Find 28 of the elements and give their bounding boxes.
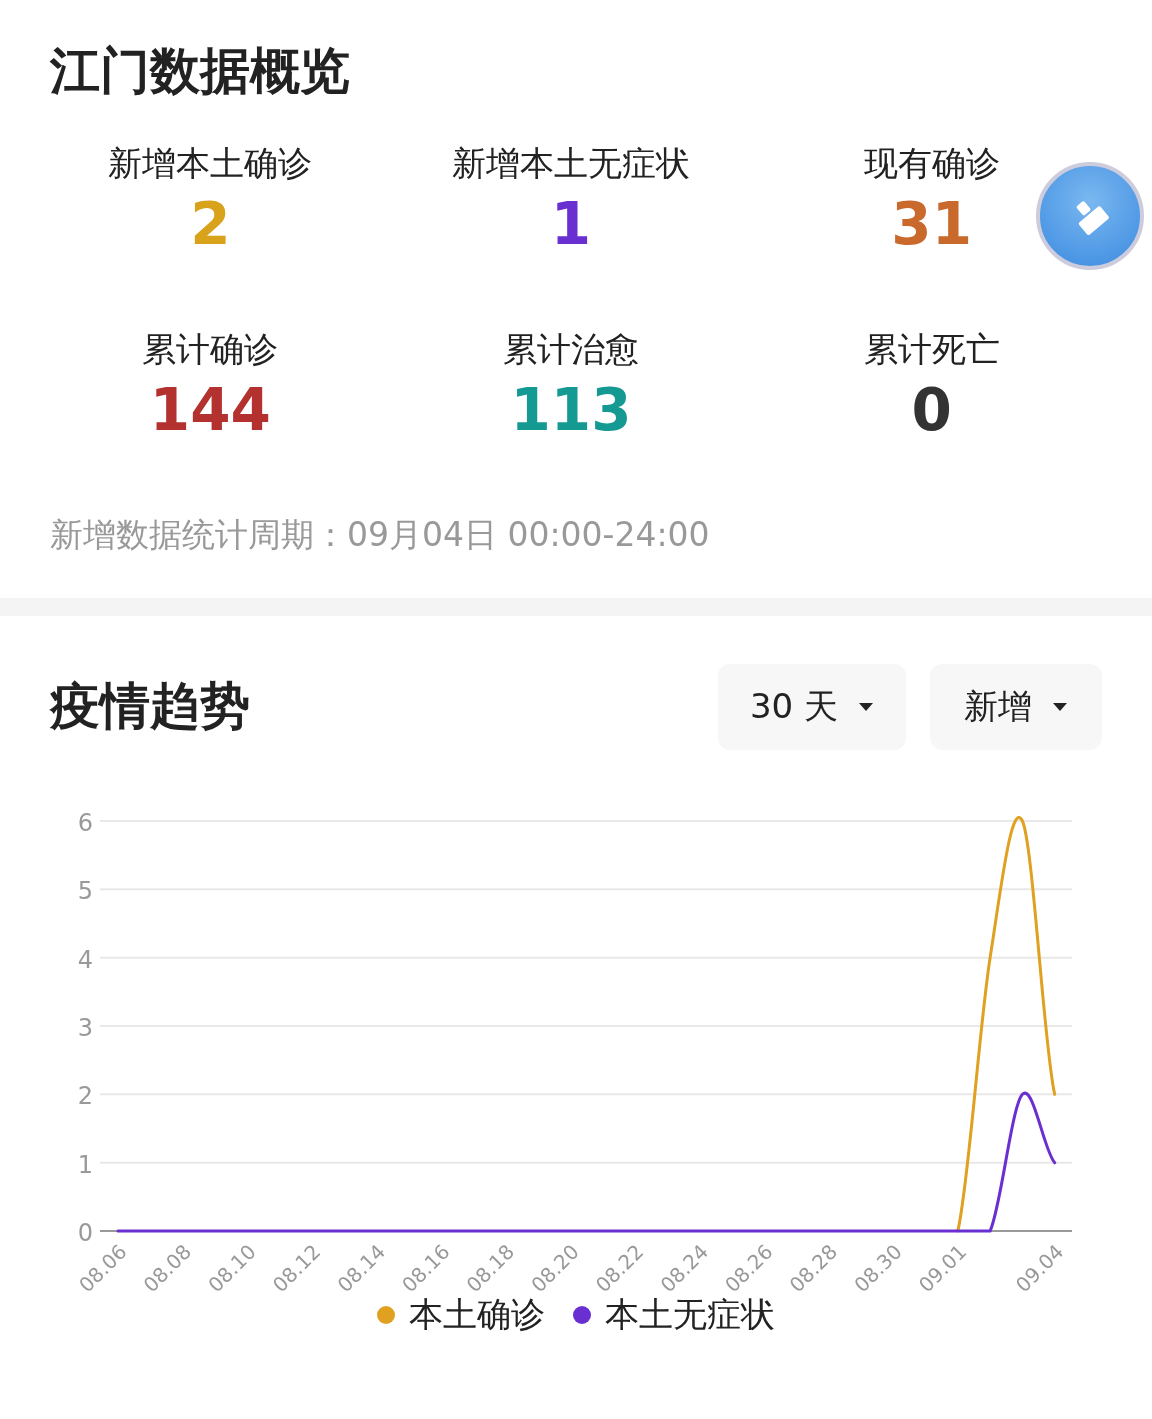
stat-value: 0	[911, 378, 952, 443]
axis-tick-label: 5	[77, 876, 93, 905]
stat-label: 新增本土确诊	[108, 142, 313, 185]
stat-value: 31	[891, 193, 972, 257]
stat-label: 累计确诊	[142, 327, 279, 371]
axis-tick-label: 4	[77, 945, 93, 974]
axis-tick-label: 2	[77, 1081, 93, 1110]
caret-icon	[1052, 701, 1068, 712]
stat-label: 现有确诊	[863, 142, 1000, 185]
axis-tick-label: 0	[77, 1218, 93, 1247]
dropdown-button[interactable]: 新增	[930, 663, 1102, 750]
legend-label: 本土确诊	[409, 1292, 545, 1336]
axis-tick-label: 6	[77, 808, 93, 837]
axis-tick-label: 1	[77, 1150, 93, 1179]
caret-icon	[858, 701, 875, 712]
section-title: 疫情趋势	[50, 676, 250, 738]
stat-label: 新增本土无症状	[452, 142, 690, 185]
stat-value: 144	[149, 378, 271, 443]
period-note: 新增数据统计周期：09月04日 00:00-24:00	[50, 513, 711, 556]
stat-label: 累计治愈	[503, 327, 639, 371]
axis-tick-label: 3	[77, 1013, 93, 1042]
stat-value: 1	[550, 193, 592, 257]
legend-label: 本土无症状	[605, 1292, 775, 1336]
dropdown-button[interactable]: 30 天	[718, 663, 906, 750]
stat-value: 113	[510, 378, 632, 443]
stat-label: 累计死亡	[863, 327, 1000, 371]
stat-value: 2	[190, 193, 231, 257]
section-title: 江门数据概览	[50, 41, 351, 102]
